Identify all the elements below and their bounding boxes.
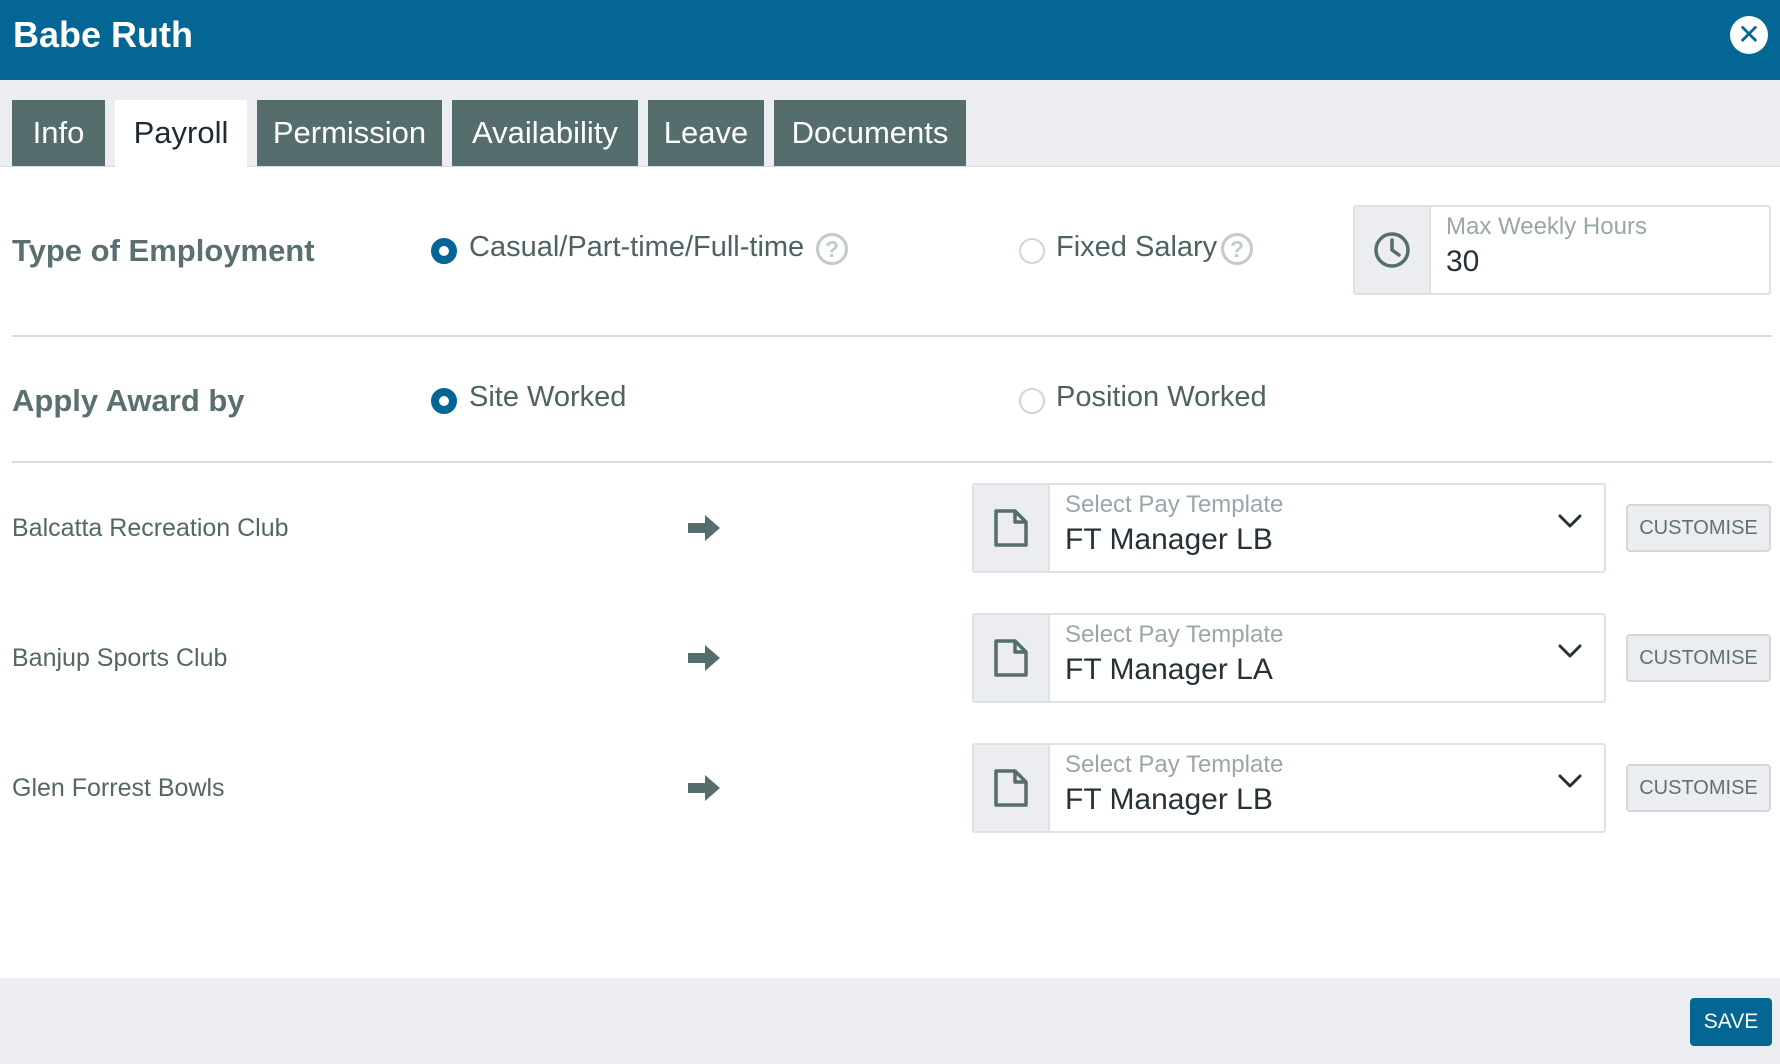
tab-permission[interactable]: Permission bbox=[257, 100, 442, 166]
radio-fixed-salary-label[interactable]: Fixed Salary bbox=[1056, 231, 1217, 264]
max-weekly-hours-input[interactable]: 30 bbox=[1446, 245, 1479, 279]
tab-payroll[interactable]: Payroll bbox=[115, 100, 247, 167]
chevron-down-icon[interactable] bbox=[1558, 773, 1582, 794]
tab-leave[interactable]: Leave bbox=[648, 100, 764, 166]
radio-casual-label[interactable]: Casual/Part-time/Full-time bbox=[469, 231, 804, 264]
close-icon[interactable]: ✕ bbox=[1730, 16, 1768, 54]
radio-position-worked-label[interactable]: Position Worked bbox=[1056, 381, 1267, 414]
arrow-right-icon bbox=[688, 773, 722, 808]
modal-footer: SAVE bbox=[0, 978, 1780, 1064]
pay-template-select[interactable]: Select Pay Template FT Manager LB bbox=[972, 743, 1606, 833]
radio-casual[interactable] bbox=[431, 238, 457, 264]
max-weekly-hours-field[interactable]: Max Weekly Hours 30 bbox=[1353, 205, 1771, 295]
employment-type-label: Type of Employment bbox=[12, 233, 315, 268]
chevron-down-icon[interactable] bbox=[1558, 643, 1582, 664]
customise-button[interactable]: CUSTOMISE bbox=[1626, 764, 1771, 812]
pay-template-label: Select Pay Template bbox=[1065, 751, 1284, 778]
tab-availability[interactable]: Availability bbox=[452, 100, 638, 166]
clock-icon bbox=[1355, 207, 1431, 293]
save-button[interactable]: SAVE bbox=[1690, 998, 1772, 1046]
radio-site-worked[interactable] bbox=[431, 388, 457, 414]
chevron-down-icon[interactable] bbox=[1558, 513, 1582, 534]
max-weekly-hours-label: Max Weekly Hours bbox=[1446, 213, 1647, 240]
document-icon bbox=[974, 615, 1050, 701]
site-name: Glen Forrest Bowls bbox=[12, 774, 225, 802]
customise-button[interactable]: CUSTOMISE bbox=[1626, 634, 1771, 682]
radio-site-worked-label[interactable]: Site Worked bbox=[469, 381, 626, 414]
document-icon bbox=[974, 745, 1050, 831]
site-name: Balcatta Recreation Club bbox=[12, 514, 289, 542]
modal-title: Babe Ruth bbox=[13, 14, 193, 55]
help-icon[interactable]: ? bbox=[816, 233, 848, 265]
radio-position-worked[interactable] bbox=[1019, 388, 1045, 414]
pay-template-label: Select Pay Template bbox=[1065, 491, 1284, 518]
help-icon[interactable]: ? bbox=[1221, 233, 1253, 265]
divider bbox=[12, 461, 1772, 463]
tab-info[interactable]: Info bbox=[12, 100, 105, 166]
pay-template-value[interactable]: FT Manager LB bbox=[1065, 523, 1273, 557]
pay-template-value[interactable]: FT Manager LB bbox=[1065, 783, 1273, 817]
tab-documents[interactable]: Documents bbox=[774, 100, 966, 166]
arrow-right-icon bbox=[688, 643, 722, 678]
divider bbox=[12, 335, 1772, 337]
document-icon bbox=[974, 485, 1050, 571]
pay-template-select[interactable]: Select Pay Template FT Manager LA bbox=[972, 613, 1606, 703]
site-name: Banjup Sports Club bbox=[12, 644, 228, 672]
arrow-right-icon bbox=[688, 513, 722, 548]
modal-header: Babe Ruth ✕ bbox=[0, 0, 1780, 80]
tab-bar: Info Payroll Permission Availability Lea… bbox=[0, 80, 1780, 167]
radio-fixed-salary[interactable] bbox=[1019, 238, 1045, 264]
pay-template-label: Select Pay Template bbox=[1065, 621, 1284, 648]
apply-award-label: Apply Award by bbox=[12, 383, 245, 418]
customise-button[interactable]: CUSTOMISE bbox=[1626, 504, 1771, 552]
pay-template-value[interactable]: FT Manager LA bbox=[1065, 653, 1273, 687]
pay-template-select[interactable]: Select Pay Template FT Manager LB bbox=[972, 483, 1606, 573]
